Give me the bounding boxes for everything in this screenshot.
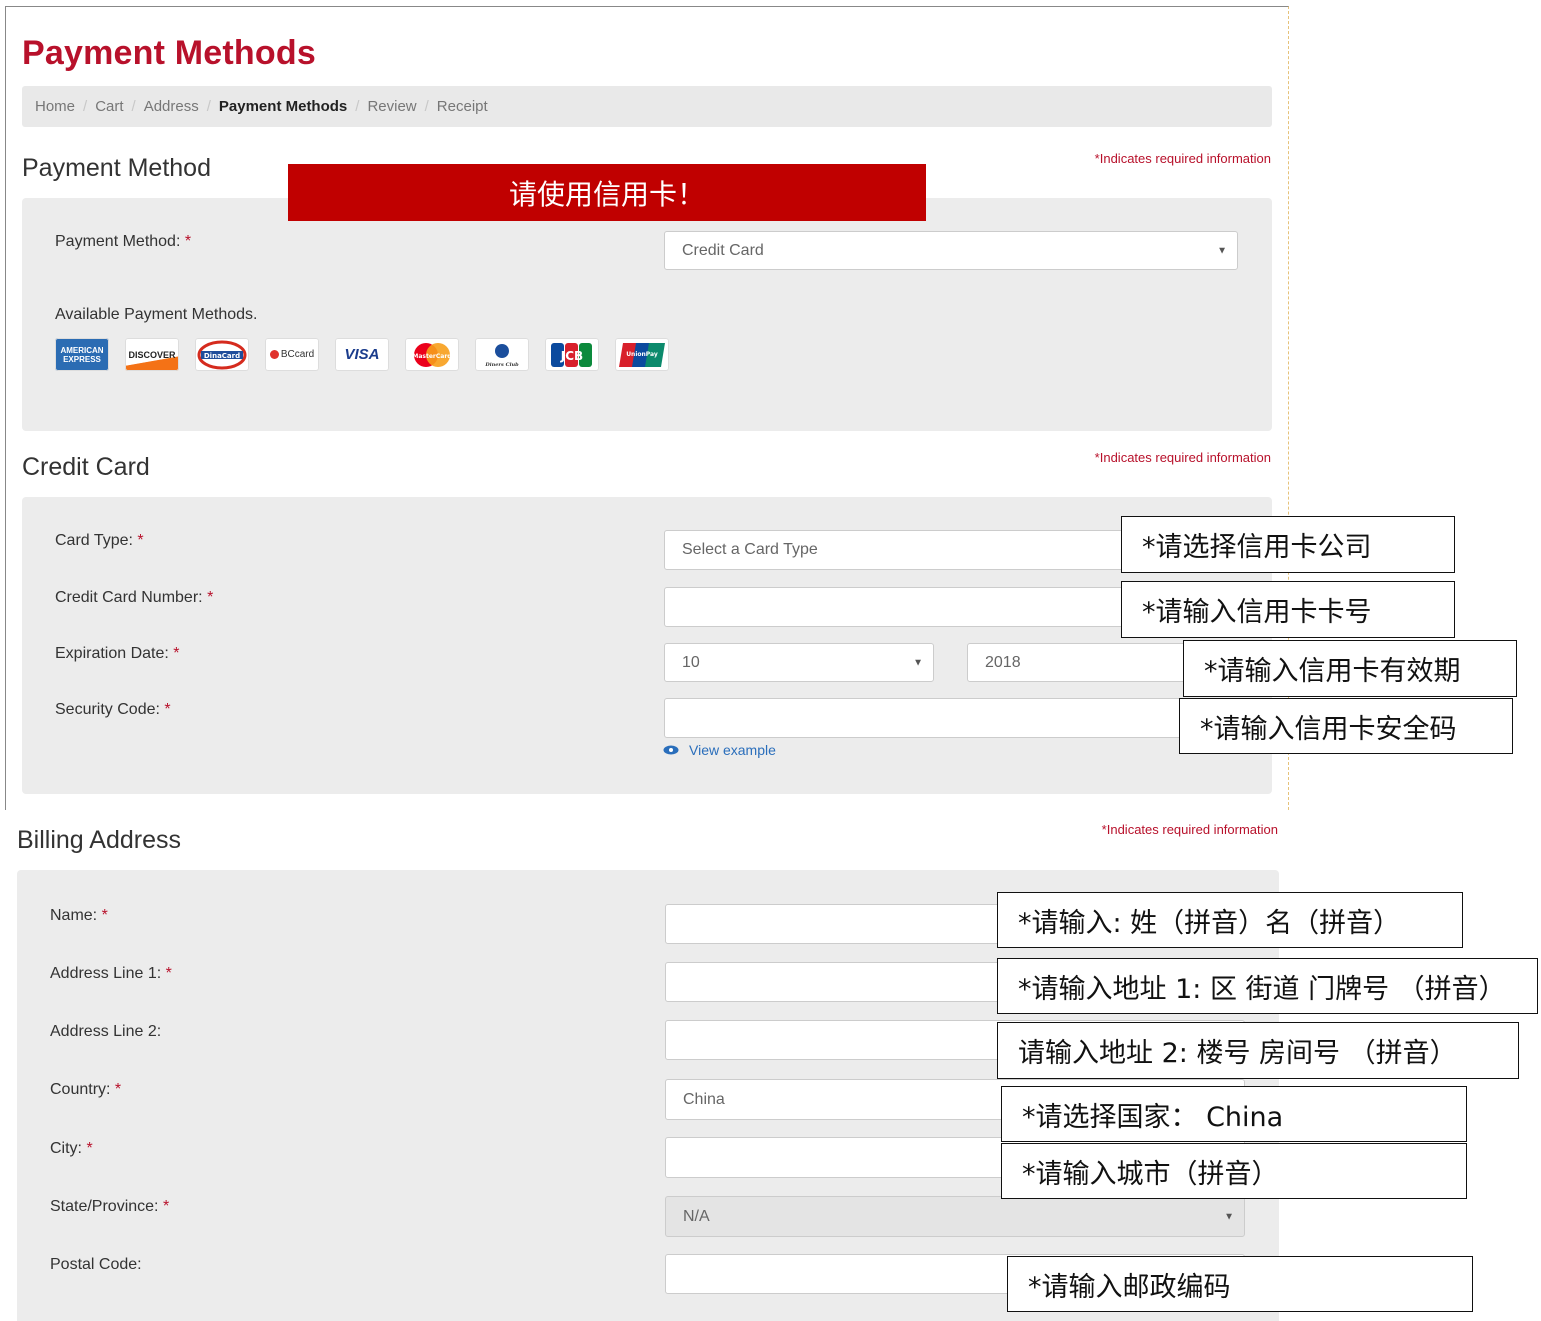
breadcrumb-review[interactable]: Review xyxy=(367,98,416,115)
address-line2-label: Address Line 2: xyxy=(50,1023,162,1040)
chevron-down-icon: ▼ xyxy=(913,657,923,668)
card-type-label: Card Type: * xyxy=(55,532,144,549)
required-note: *Indicates required information xyxy=(1094,151,1271,166)
payment-method-heading: Payment Method xyxy=(22,154,211,182)
mastercard-icon: MasterCard xyxy=(405,338,459,371)
chevron-down-icon: ▼ xyxy=(1224,1211,1234,1222)
breadcrumb-cart[interactable]: Cart xyxy=(95,98,123,115)
annotation-address-line2: 请输入地址 2: 楼号 房间号 （拼音） xyxy=(997,1022,1519,1079)
annotation-card-type: *请选择信用卡公司 xyxy=(1121,516,1455,573)
svg-text:JCB: JCB xyxy=(560,349,583,363)
use-credit-card-banner: 请使用信用卡！ xyxy=(288,164,926,221)
name-label: Name: * xyxy=(50,907,108,924)
annotation-security-code: *请输入信用卡安全码 xyxy=(1179,698,1513,754)
postal-code-label: Postal Code: xyxy=(50,1256,142,1273)
state-province-select[interactable]: N/A ▼ xyxy=(665,1196,1245,1237)
required-note: *Indicates required information xyxy=(1094,450,1271,465)
unionpay-icon: UnionPay xyxy=(615,338,669,371)
expiration-label: Expiration Date: * xyxy=(55,645,180,662)
diners-club-icon: Diners Club xyxy=(475,338,529,371)
country-label: Country: * xyxy=(50,1081,122,1098)
annotation-expiration: *请输入信用卡有效期 xyxy=(1183,640,1517,697)
annotation-name: *请输入: 姓（拼音）名（拼音） xyxy=(997,892,1463,948)
bccard-icon: BCcard xyxy=(265,338,319,371)
svg-text:MasterCard: MasterCard xyxy=(412,353,451,360)
view-example-link[interactable]: View example xyxy=(663,742,776,758)
annotation-card-number: *请输入信用卡卡号 xyxy=(1121,581,1455,638)
annotation-country: *请选择国家： China xyxy=(1001,1086,1467,1142)
discover-icon: DISCOVER xyxy=(125,338,179,371)
page-title: Payment Methods xyxy=(22,34,316,72)
annotation-city: *请输入城市（拼音） xyxy=(1001,1143,1467,1199)
available-methods-label: Available Payment Methods. xyxy=(55,306,258,323)
city-label: City: * xyxy=(50,1140,93,1157)
annotation-address-line1: *请输入地址 1: 区 街道 门牌号 （拼音） xyxy=(997,958,1538,1014)
svg-text:UnionPay: UnionPay xyxy=(626,351,658,358)
security-code-label: Security Code: * xyxy=(55,701,171,718)
required-note: *Indicates required information xyxy=(1101,822,1278,837)
breadcrumb: Home / Cart / Address / Payment Methods / Re… xyxy=(22,86,1272,127)
breadcrumb-home[interactable]: Home xyxy=(35,98,75,115)
security-code-input[interactable] xyxy=(664,698,1238,738)
payment-method-label: Payment Method: * xyxy=(55,233,192,250)
amex-icon: AMERICAN EXPRESS xyxy=(55,338,109,371)
breadcrumb-receipt[interactable]: Receipt xyxy=(437,98,488,115)
payment-method-select[interactable]: Credit Card ▼ xyxy=(664,231,1238,270)
svg-text:DinaCard: DinaCard xyxy=(204,352,240,360)
breadcrumb-payment-methods: Payment Methods xyxy=(218,98,348,115)
eye-icon xyxy=(663,745,679,755)
chevron-down-icon: ▼ xyxy=(1217,245,1227,256)
state-province-label: State/Province: * xyxy=(50,1198,170,1215)
dinacard-icon: DinaCard xyxy=(195,338,249,371)
credit-card-heading: Credit Card xyxy=(22,453,150,481)
svg-text:Diners Club: Diners Club xyxy=(484,362,519,368)
breadcrumb-address[interactable]: Address xyxy=(144,98,199,115)
billing-address-heading: Billing Address xyxy=(17,826,181,854)
visa-icon: VISA xyxy=(335,338,389,371)
card-number-label: Credit Card Number: * xyxy=(55,589,214,606)
address-line1-label: Address Line 1: * xyxy=(50,965,172,982)
card-brand-logos: AMERICAN EXPRESS DISCOVER DinaCard BCcard… xyxy=(55,338,669,371)
exp-month-select[interactable]: 10 ▼ xyxy=(664,643,934,682)
jcb-icon: JCB xyxy=(545,338,599,371)
annotation-postal-code: *请输入邮政编码 xyxy=(1007,1256,1473,1312)
